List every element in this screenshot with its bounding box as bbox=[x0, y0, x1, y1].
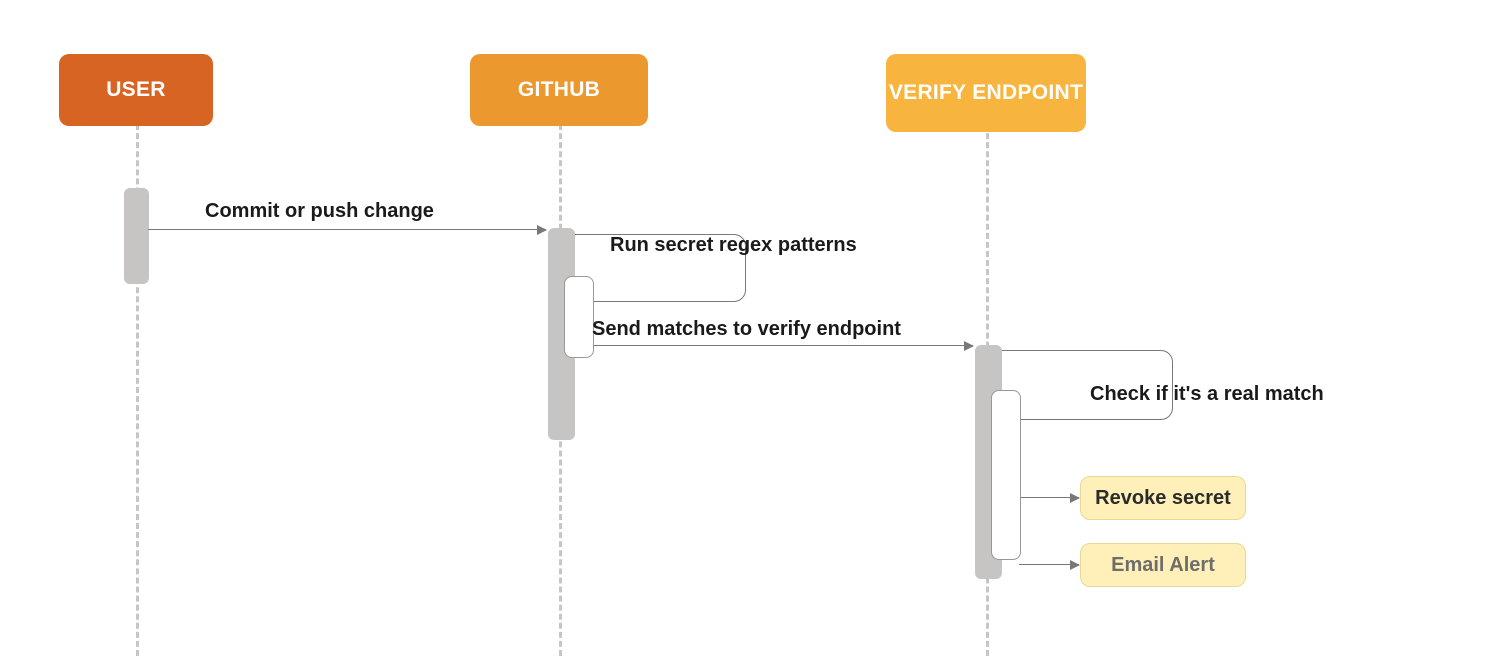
msg-commit-label: Commit or push change bbox=[205, 200, 434, 223]
arrow-email-alert bbox=[1019, 564, 1079, 565]
action-email-alert: Email Alert bbox=[1080, 543, 1246, 587]
msg-regex-label: Run secret regex patterns bbox=[610, 234, 857, 257]
msg-send-label: Send matches to verify endpoint bbox=[592, 318, 901, 341]
msg-send-arrow bbox=[575, 345, 973, 346]
participant-verify-endpoint: VERIFY ENDPOINT bbox=[886, 54, 1086, 132]
exec-verify bbox=[991, 390, 1021, 560]
participant-github: GITHUB bbox=[470, 54, 648, 126]
arrow-revoke bbox=[1019, 497, 1079, 498]
exec-github bbox=[564, 276, 594, 358]
activation-user bbox=[124, 188, 149, 284]
sequence-diagram: USER GITHUB VERIFY ENDPOINT Commit or pu… bbox=[0, 0, 1500, 666]
msg-check-label: Check if it's a real match bbox=[1090, 383, 1324, 406]
action-revoke-secret: Revoke secret bbox=[1080, 476, 1246, 520]
msg-commit-arrow bbox=[148, 229, 546, 230]
participant-user: USER bbox=[59, 54, 213, 126]
